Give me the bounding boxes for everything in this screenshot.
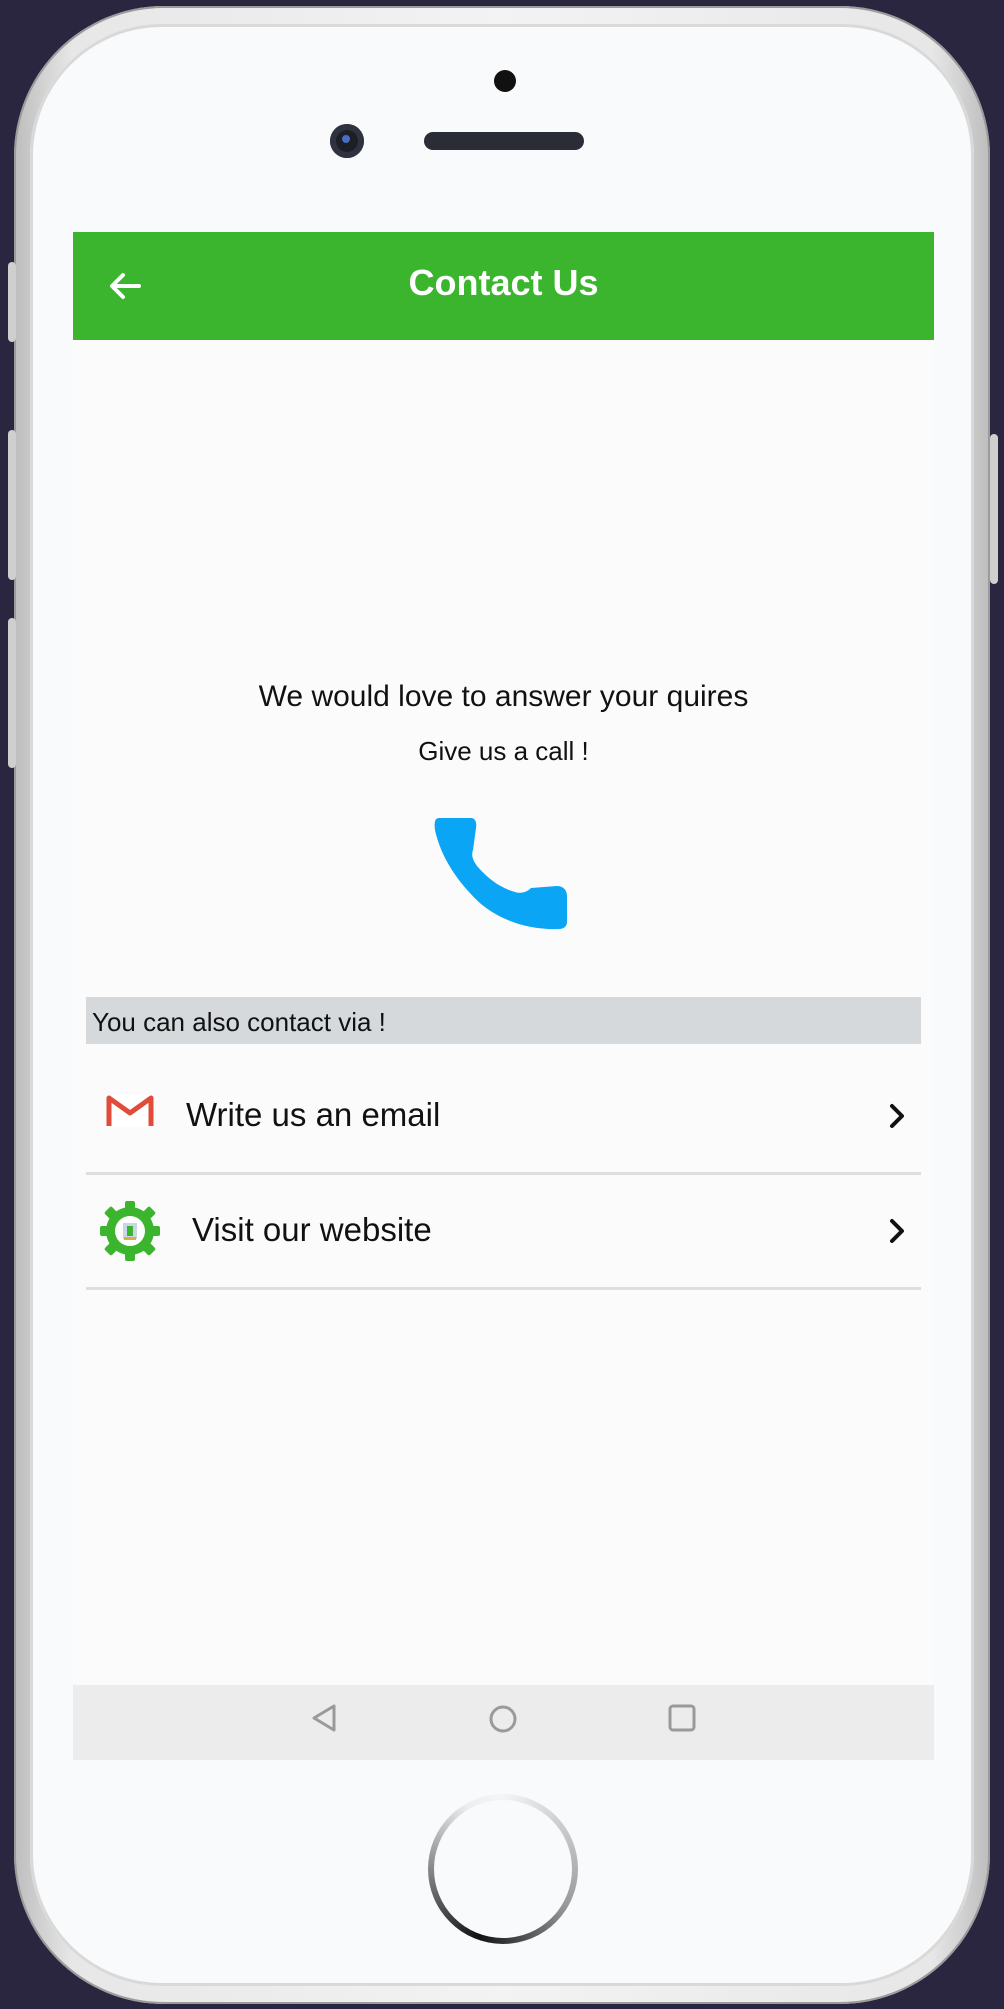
back-triangle-icon[interactable] xyxy=(309,1703,339,1733)
side-button-left-mid xyxy=(8,430,16,580)
recents-square-icon[interactable] xyxy=(667,1703,697,1733)
website-contact-row[interactable]: Visit our website xyxy=(86,1175,921,1290)
website-row-label: Visit our website xyxy=(192,1211,432,1248)
front-camera-icon xyxy=(330,124,364,158)
side-button-left-top xyxy=(8,262,16,342)
email-contact-row[interactable]: Write us an email xyxy=(86,1060,921,1175)
side-button-right xyxy=(990,434,998,584)
website-gear-icon xyxy=(100,1201,160,1261)
gmail-icon xyxy=(106,1095,154,1127)
earpiece-speaker xyxy=(424,132,584,150)
phone-icon[interactable] xyxy=(431,812,575,932)
headline-text: We would love to answer your quires xyxy=(258,680,749,713)
contact-section-header: You can also contact via ! xyxy=(86,997,921,1044)
app-bar: Contact Us xyxy=(73,232,934,340)
home-button[interactable] xyxy=(428,1794,578,1944)
page-title: Contact Us xyxy=(408,262,599,303)
proximity-sensor xyxy=(494,70,516,92)
contact-section-label: You can also contact via ! xyxy=(92,1007,386,1037)
side-button-left-bottom xyxy=(8,618,16,768)
home-circle-icon[interactable] xyxy=(487,1703,519,1735)
chevron-right-icon xyxy=(890,1104,904,1128)
call-prompt-text: Give us a call ! xyxy=(418,736,589,766)
android-navigation-bar xyxy=(73,1685,934,1760)
email-row-label: Write us an email xyxy=(186,1096,441,1133)
chevron-right-icon xyxy=(890,1219,904,1243)
app-screen: Contact Us We would love to answer your … xyxy=(73,232,934,1760)
